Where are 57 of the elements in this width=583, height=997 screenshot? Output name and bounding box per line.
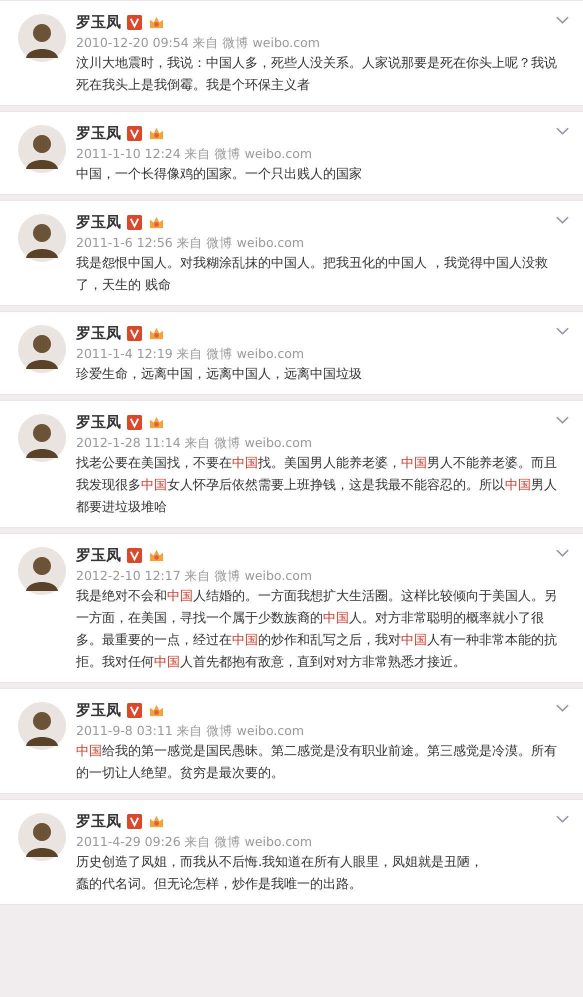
verified-icon: [127, 215, 142, 230]
author-name[interactable]: 罗玉凤: [76, 812, 121, 831]
author-name[interactable]: 罗玉凤: [76, 546, 121, 565]
post-text: 蠢的代名词。但无论怎样，炒作是我唯一的出路。: [76, 876, 363, 894]
post-text: 珍爱生命，远离中国，远离中国人，远离中国垃圾: [76, 366, 363, 384]
chevron-down-icon[interactable]: [556, 704, 569, 712]
avatar[interactable]: [18, 547, 66, 595]
chevron-down-icon[interactable]: [556, 815, 569, 823]
author-name[interactable]: 罗玉凤: [76, 701, 121, 720]
avatar[interactable]: [18, 813, 66, 861]
crown-icon: [148, 703, 165, 718]
post-meta: 2011-1-10 12:24 来自 微博 weibo.com: [76, 145, 314, 163]
avatar[interactable]: [18, 414, 66, 462]
chevron-down-icon[interactable]: [556, 16, 569, 24]
chevron-down-icon[interactable]: [556, 416, 569, 424]
crown-icon: [148, 215, 165, 230]
author-name[interactable]: 罗玉凤: [76, 13, 121, 32]
chevron-down-icon[interactable]: [556, 127, 569, 135]
verified-icon: [127, 814, 142, 829]
crown-icon: [148, 326, 165, 341]
author-name[interactable]: 罗玉凤: [76, 213, 121, 232]
post-text: 中国，一个长得像鸡的国家。一个只出贱人的国家: [76, 166, 363, 184]
avatar[interactable]: [18, 325, 66, 373]
post-text: 我是绝对不会和中国人结婚的。一方面我想扩大生活圈。这样比较倾向于美国人。另一方面，在美国，寻找一个属于少数族裔的中国人。对方非常聪明的概率就小了很多。最重要的一点，经过在中国的炒作和乱写之后，我对中国人有一种非常本能的抗拒。我对任何中国人首先都抱有敌意，直到对对方非常熟悉才接近。: [76, 588, 558, 672]
post-meta: 2011-4-29 09:26 来自 微博 weibo.com: [76, 833, 314, 851]
chevron-down-icon[interactable]: [556, 216, 569, 224]
crown-icon: [148, 415, 165, 430]
post-meta: 2011-1-6 12:56 来自 微博 weibo.com: [76, 234, 306, 252]
verified-icon: [127, 126, 142, 141]
crown-icon: [148, 126, 165, 141]
author-name[interactable]: 罗玉凤: [76, 124, 121, 143]
crown-icon: [148, 814, 165, 829]
verified-icon: [127, 703, 142, 718]
crown-icon: [148, 15, 165, 30]
avatar[interactable]: [18, 214, 66, 262]
verified-icon: [127, 15, 142, 30]
chevron-down-icon[interactable]: [556, 549, 569, 557]
post-meta: 2012-1-28 11:14 来自 微博 weibo.com: [76, 434, 314, 452]
avatar[interactable]: [18, 702, 66, 750]
post-text: 我是怨恨中国人。对我糊涂乱抹的中国人。把我丑化的中国人 ，我觉得中国人没救了，天生的 贱命: [76, 255, 550, 295]
author-name[interactable]: 罗玉凤: [76, 413, 121, 432]
post-meta: 2012-2-10 12:17 来自 微博 weibo.com: [76, 567, 314, 585]
post-meta: 2011-9-8 03:11 来自 微博 weibo.com: [76, 722, 306, 740]
post-meta: 2011-1-4 12:19 来自 微博 weibo.com: [76, 345, 306, 363]
post-text: 汶川大地震时，我说：中国人多，死些人没关系。人家说那要是死在你头上呢？我说死在我头上是我倒霉。我是个环保主义者: [76, 55, 558, 95]
chevron-down-icon[interactable]: [556, 327, 569, 335]
post-text: 历史创造了凤姐，而我从不后悔.我知道在所有人眼里，凤姐就是丑陋，: [76, 854, 484, 872]
verified-icon: [127, 548, 142, 563]
crown-icon: [148, 548, 165, 563]
avatar[interactable]: [18, 14, 66, 62]
post-text: 中国给我的第一感觉是国民愚昧。第二感觉是没有职业前途。第三感觉是冷漠。所有的一切让人绝望。贫穷是最次要的。: [76, 743, 558, 783]
author-name[interactable]: 罗玉凤: [76, 324, 121, 343]
avatar[interactable]: [18, 125, 66, 173]
post-text: 找老公要在美国找，不要在中国找。美国男人能养老婆，中国男人不能养老婆。而且我发现很多中国女人怀孕后依然需要上班挣钱，这是我最不能容忍的。所以中国男人都要进垃圾堆哈: [76, 455, 558, 517]
verified-icon: [127, 326, 142, 341]
post-meta: 2010-12-20 09:54 来自 微博 weibo.com: [76, 34, 321, 52]
verified-icon: [127, 415, 142, 430]
